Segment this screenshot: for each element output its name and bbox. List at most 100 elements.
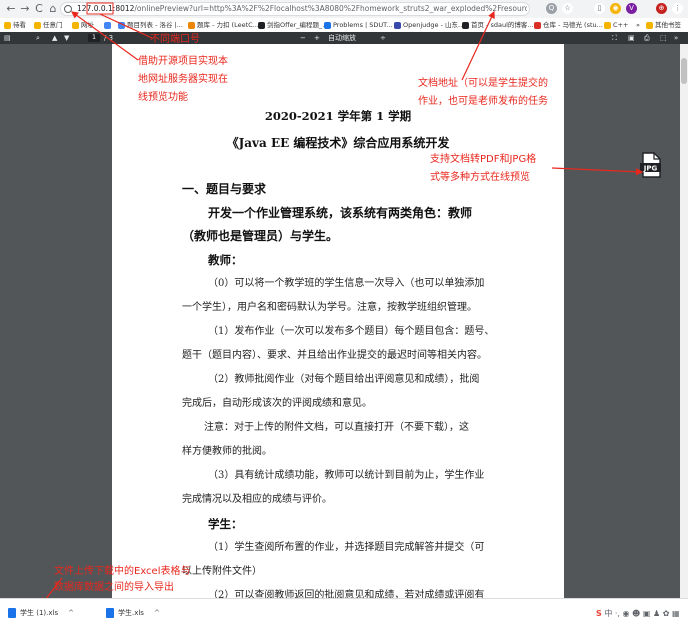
vue-devtools-icon[interactable]: V [626,3,637,14]
site-icon [118,21,125,29]
url-port: 8012 [115,4,135,13]
more-tools-icon[interactable]: » [674,32,678,44]
folder-icon [604,21,611,29]
intro-line: （教师也是管理员）与学生。 [182,229,339,243]
student-item: （2）可以查阅教师返回的批阅意见和成绩，若对成绩或评阅有 [208,590,485,598]
bookmark-item[interactable]: 任意门 [34,19,63,31]
preview-annotation-line: 地网址服务器实现在 [138,74,228,85]
bookmark-item[interactable]: 网址 [72,19,94,31]
bookmark-item[interactable]: 题目列表 - 洛谷 |... [118,19,183,31]
browser-toolbar: ← → C ⌂ 127.0.0.1:8012/onlinePreview?url… [0,0,688,19]
page-number-input[interactable]: 1 [88,34,100,42]
chevron-up-icon[interactable]: ^ [154,609,160,617]
bookmark-item[interactable]: 首页 - sdaul的博客... [462,19,534,31]
page-total: / 3 [104,34,114,42]
bookmark-item[interactable]: Openjudge - 山东... [394,19,464,31]
bookmarks-overflow[interactable]: » [636,19,640,31]
fullscreen-icon[interactable]: ⛶ [612,32,617,44]
teacher-item: 完成后，自动形成该次的评阅成绩和意见。 [182,398,372,409]
xls-file-icon [8,608,16,618]
preview-annotation-line: 线预览功能 [138,92,188,103]
bookmark-item[interactable]: C++ [604,19,628,31]
teacher-item: （0）可以将一个教学班的学生信息一次导入（也可以单独添加 [208,278,485,289]
zoom-in-button[interactable]: + [314,32,320,44]
page-scrollbar[interactable] [680,44,688,598]
jpg-file-glyph: JPG [640,152,661,178]
reload-icon[interactable]: C [32,2,46,16]
excel-annotation-line: 数据库数据之间的导入导出 [54,582,174,593]
doc-address-annotation-line: 文档地址（可以是学生提交的 [418,78,548,89]
reading-list-icon[interactable]: ▯ [594,3,605,14]
prev-page-icon[interactable]: ▲ [52,32,57,44]
chevron-up-icon[interactable]: ^ [68,609,74,617]
download-item[interactable]: 学生 (1).xls ^ [8,605,74,621]
pdf-page: 2020-2021 学年第 1 学期 《Java EE 编程技术》综合应用系统开… [112,44,564,598]
search-icon[interactable]: ⌕ [36,32,40,44]
bookmark-star-icon[interactable]: ☆ [562,3,573,14]
address-bar[interactable]: 127.0.0.1:8012/onlinePreview?url=http%3A… [60,2,530,16]
teacher-item: （1）发布作业（一次可以发布多个题目）每个题目包含：题号、 [208,326,495,337]
pdf-toolbar: ▤ ⌕ ▲ ▼ 1 / 3 − + 自动缩放 ÷ ⛶ ▣ ⎙ ⬚ » [0,32,688,44]
url-text[interactable]: 127.0.0.1:8012/onlinePreview?url=http%3A… [77,3,527,15]
teacher-item: 一个学生），用户名和密码默认为学号。注意，按教学班组织管理。 [182,302,477,313]
bookmark-item[interactable]: 剑指Offer_编程题_... [258,19,328,31]
convert-annotation-line: 式等多种方式在线预览 [430,172,530,183]
jpg-convert-icon[interactable]: JPG [640,152,662,178]
teacher-item: 题干（题目内容）、要求、并且给出作业提交的最迟时间等相关内容。 [182,350,487,361]
intro-line: 开发一个作业管理系统，该系统有两类角色：教师 [208,206,473,220]
zoom-select[interactable]: 自动缩放 [328,32,356,44]
student-item: 以上传附件文件） [182,566,262,577]
student-item: （1）学生查阅所布置的作业，并选择题目完成解答并提交（可 [208,542,485,553]
teacher-item: （2）教师批阅作业（对每个题目给出评阅意见和成绩），批阅 [208,374,480,385]
excel-annotation-line: 文件上传下载中的Excel表格与 [54,566,191,577]
extension-icon[interactable]: ◉ [610,3,621,14]
forward-icon[interactable]: → [18,2,32,16]
back-icon[interactable]: ← [4,2,18,16]
teacher-item: 注意：对于上传的附件文档，可以直接打开（不要下载），这 [204,422,469,433]
gitee-icon [534,21,541,29]
teacher-heading: 教师： [208,253,243,267]
sidebar-toggle-icon[interactable]: ▤ [4,32,11,44]
folder-icon [646,21,653,29]
pdf-viewer[interactable]: 2020-2021 学年第 1 学期 《Java EE 编程技术》综合应用系统开… [0,44,680,598]
system-tray[interactable]: S 中 ·, ◉ ☻ ▣ ♟ ✿ ▦ [596,606,680,622]
home-icon[interactable]: ⌂ [46,2,60,16]
folder-icon [72,21,79,29]
sdut-icon [324,21,331,29]
bookmark-item[interactable]: 其他书签 [646,19,681,31]
open-file-icon[interactable]: ▣ [628,32,635,44]
scrollbar-thumb[interactable] [681,58,687,84]
download-bar: 学生 (1).xls ^ 学生.xls ^ [0,598,688,627]
next-page-icon[interactable]: ▼ [64,32,69,44]
bookmark-icon[interactable]: ⬚ [660,32,667,44]
doc-course-title: 《Java EE 编程技术》综合应用系统开发 [226,136,450,150]
folder-icon [34,21,41,29]
translate-icon[interactable]: Q [546,3,557,14]
leetcode-icon [188,21,195,29]
zoom-out-button[interactable]: − [300,32,306,44]
site-info-icon[interactable] [64,5,72,13]
xls-file-icon [106,608,114,618]
bookmarks-bar: 待看 任意门 网址 题目列表 - 洛谷 |... 题库 - 力扣 (LeetC.… [0,18,688,33]
bookmark-item[interactable]: 待看 [4,19,26,31]
blog-icon [462,21,469,29]
openjudge-icon [394,21,401,29]
menu-icon[interactable]: ⋮ [672,3,683,14]
download-item[interactable]: 学生.xls ^ [106,605,160,621]
profile-avatar[interactable]: ⊕ [656,3,667,14]
sogou-input-icon[interactable]: S [596,609,602,618]
print-icon[interactable]: ⎙ [644,32,650,44]
doc-address-annotation-line: 作业，也可是老师发布的任务 [418,96,548,107]
teacher-item: （3）具有统计成绩功能，教师可以统计到目前为止，学生作业 [208,470,485,481]
bookmark-item[interactable]: Problems | SDUT... [324,19,393,31]
bookmark-item[interactable] [104,19,113,31]
folder-icon [4,21,11,29]
site-icon [104,21,111,29]
port-annotation: 不同端口号 [150,34,200,45]
zoom-select-arrow[interactable]: ÷ [380,32,386,44]
bookmark-item[interactable]: 题库 - 力扣 (LeetC... [188,19,259,31]
bookmark-item[interactable]: 仓库 - 马德光 (stu... [534,19,603,31]
jpg-icon-label: JPG [643,165,658,173]
doc-term: 2020-2021 学年第 1 学期 [264,109,412,123]
teacher-item: 完成情况以及相应的成绩与评价。 [182,494,332,505]
